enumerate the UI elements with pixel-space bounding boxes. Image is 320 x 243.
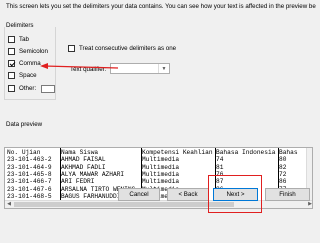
tab-label: Tab [19,36,29,43]
space-option[interactable]: Space [8,71,37,80]
tab-option[interactable]: Tab [8,35,29,44]
semicolon-label: Semicolon [19,48,48,55]
preview-cell: Nama Siswa [61,149,99,156]
other-delimiter-input[interactable] [41,84,56,93]
preview-cell: Multimedia [142,156,180,164]
scroll-right-icon[interactable]: ▶ [306,201,312,208]
treat-consecutive-checkbox[interactable] [68,45,75,52]
preview-cell: 23-101-464-9 [7,163,52,171]
treat-consecutive-label: Treat consecutive delimiters as one [79,45,177,52]
space-label: Space [19,72,37,79]
preview-cell: 23-101-466-7 [7,178,52,186]
treat-consecutive-option[interactable]: Treat consecutive delimiters as one [68,45,176,52]
preview-cell: ARI FEDRI [61,178,95,186]
column-divider[interactable] [60,148,61,202]
chevron-down-icon[interactable]: ▼ [158,64,169,73]
comma-label: Comma [19,60,41,67]
semicolon-option[interactable]: Semicolon [8,47,48,56]
space-checkbox[interactable] [8,72,15,79]
scrollbar-thumb[interactable] [14,202,234,207]
preview-row: 23-101-465-8 ALYA MAWAR AZHARI Multimedia 7… [5,170,312,178]
preview-cell: 80 [279,156,287,164]
intro-text: This screen lets you set the delimiters … [6,3,316,10]
preview-cell: 23-101-468-5 [7,192,52,200]
preview-cell: 81 [216,163,224,171]
preview-cell: BAGUS FARHANUDDIN [61,192,125,200]
finish-button[interactable]: Finish [265,188,310,201]
preview-cell: 23-101-467-6 [7,185,52,193]
data-preview-title: Data preview [6,121,43,128]
preview-cell: Multimedia [142,163,180,171]
preview-cell: AKHMAD FADLI [61,163,106,171]
semicolon-checkbox[interactable] [8,48,15,55]
preview-cell: Multimedia [142,178,180,186]
tab-checkbox[interactable] [8,36,15,43]
other-label: Other: [19,85,37,92]
comma-option[interactable]: Comma [8,59,41,68]
text-qualifier-label: Text qualifier: [70,66,107,73]
cancel-button[interactable]: Cancel [118,188,160,201]
preview-cell: ALYA MAWAR AZHARI [61,170,125,178]
preview-row: 23-101-463-2 AHMAD FAISAL Multimedia 74 80 [5,156,312,164]
preview-cell: 82 [279,163,287,171]
preview-cell: 74 [216,156,224,164]
horizontal-scrollbar[interactable]: ◀ ▶ [5,200,312,208]
scroll-left-icon[interactable]: ◀ [5,201,13,208]
preview-cell: Kompetensi Keahlian [142,149,213,156]
preview-cell: Bahasa Indonesia [216,149,276,156]
preview-cell: 72 [279,170,287,178]
preview-row: 23-101-466-7 ARI FEDRI Multimedia 87 86 [5,178,312,186]
other-option[interactable]: Other: [8,84,56,93]
preview-cell: AHMAD FAISAL [61,156,106,164]
preview-cell: 87 [216,178,224,186]
next-button[interactable]: Next > [213,188,258,201]
other-checkbox[interactable] [8,85,15,92]
preview-header-row: No. Ujian Nama Siswa Kompetensi Keahlian Ba… [5,149,312,156]
back-button[interactable]: < Back [167,188,209,201]
text-qualifier-select[interactable]: ▼ [110,63,170,74]
preview-cell: 76 [216,170,224,178]
preview-cell: No. Ujian [7,149,41,156]
preview-cell: 23-101-463-2 [7,156,52,164]
preview-cell: Bahas [279,149,298,156]
comma-checkbox[interactable] [8,60,15,67]
preview-cell: 86 [279,178,287,186]
preview-row: 23-101-464-9 AKHMAD FADLI Multimedia 81 82 [5,163,312,171]
preview-cell: Multimedia [142,170,180,178]
preview-cell: 23-101-465-8 [7,170,52,178]
